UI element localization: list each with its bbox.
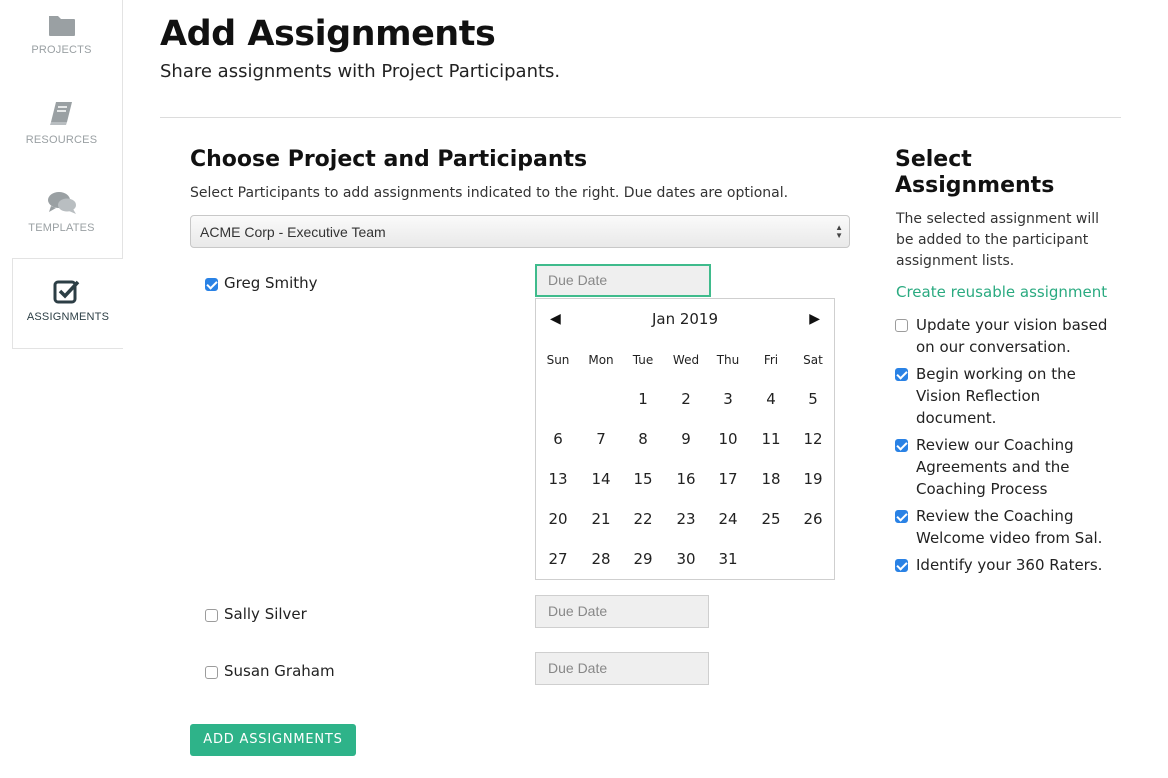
book-icon <box>49 102 72 125</box>
due-date-input-greg-smithy[interactable]: Due Date <box>535 264 711 297</box>
assignment-checkbox-5[interactable] <box>895 559 908 572</box>
calendar-day[interactable]: 29 <box>622 550 664 568</box>
assignments-heading: Select Assignments <box>895 147 1054 199</box>
participants-heading: Choose Project and Participants <box>190 147 588 172</box>
assignment-checkbox-3[interactable] <box>895 439 908 452</box>
weekday-label: Wed <box>672 353 700 367</box>
header-divider <box>160 117 1121 118</box>
sidebar-item-templates[interactable]: TEMPLATES <box>0 190 123 234</box>
participant-checkbox-greg-smithy[interactable] <box>205 278 218 291</box>
calendar-day[interactable]: 8 <box>622 430 664 448</box>
calendar-day[interactable]: 13 <box>537 470 579 488</box>
page-subtitle: Share assignments with Project Participa… <box>160 61 561 82</box>
calendar-day[interactable]: 10 <box>707 430 749 448</box>
calendar-day[interactable]: 2 <box>665 390 707 408</box>
calendar-day[interactable]: 21 <box>580 510 622 528</box>
folder-icon <box>48 16 75 36</box>
assignment-label: Review our Coaching Agreements and the C… <box>916 436 1074 498</box>
assignment-label: Begin working on the Vision Reflection d… <box>916 365 1076 427</box>
weekday-label: Tue <box>632 353 654 367</box>
calendar-day[interactable]: 23 <box>665 510 707 528</box>
project-select[interactable]: ACME Corp - Executive Team ▲ ▼ <box>190 215 850 248</box>
calendar-day[interactable]: 26 <box>792 510 834 528</box>
due-date-placeholder: Due Date <box>548 660 608 676</box>
calendar-day[interactable]: 30 <box>665 550 707 568</box>
calendar-day[interactable]: 11 <box>750 430 792 448</box>
sidebar-item-assignments[interactable]: ASSIGNMENTS <box>12 258 123 349</box>
calendar-day[interactable]: 27 <box>537 550 579 568</box>
project-select-value: ACME Corp - Executive Team <box>200 224 386 240</box>
calendar-day[interactable]: 31 <box>707 550 749 568</box>
sidebar-item-resources[interactable]: RESOURCES <box>0 100 123 146</box>
assignment-label: Review the Coaching Welcome video from S… <box>916 507 1103 547</box>
calendar-day[interactable]: 16 <box>665 470 707 488</box>
chat-bubbles-icon <box>47 192 76 214</box>
calendar-day[interactable]: 9 <box>665 430 707 448</box>
calendar-day[interactable]: 3 <box>707 390 749 408</box>
calendar-day[interactable]: 15 <box>622 470 664 488</box>
weekday-label: Thu <box>716 353 740 367</box>
weekday-label: Mon <box>588 353 614 367</box>
assignments-heading-line2: Assignments <box>895 173 1055 198</box>
calendar-day[interactable]: 24 <box>707 510 749 528</box>
participants-description: Select Participants to add assignments i… <box>190 185 789 201</box>
calendar-day[interactable]: 19 <box>792 470 834 488</box>
add-assignments-button[interactable]: ADD ASSIGNMENTS <box>190 724 356 756</box>
calendar-day[interactable]: 17 <box>707 470 749 488</box>
participant-name: Susan Graham <box>224 662 335 680</box>
calendar-month-label: Jan 2019 <box>651 310 719 328</box>
next-month-icon[interactable]: ▶ <box>809 311 820 327</box>
assignment-checkbox-4[interactable] <box>895 510 908 523</box>
calendar-day[interactable]: 6 <box>537 430 579 448</box>
calendar-day[interactable]: 25 <box>750 510 792 528</box>
due-date-placeholder: Due Date <box>548 272 608 288</box>
sidebar-item-projects[interactable]: PROJECTS <box>0 12 123 56</box>
calendar-day[interactable]: 20 <box>537 510 579 528</box>
participant-name: Greg Smithy <box>224 274 318 292</box>
weekday-label: Fri <box>763 353 779 367</box>
weekday-label: Sat <box>803 353 823 367</box>
sidebar-item-label: RESOURCES <box>25 134 98 146</box>
calendar-day[interactable]: 14 <box>580 470 622 488</box>
checkbox-icon <box>53 280 80 304</box>
participant-checkbox-sally-silver[interactable] <box>205 609 218 622</box>
participant-name: Sally Silver <box>224 605 307 623</box>
page-title: Add Assignments <box>160 14 496 54</box>
date-picker: ◀ Jan 2019 ▶ Sun Mon Tue Wed Thu Fri Sat 1 2 3 4 5 6… <box>535 298 835 580</box>
assignment-checkbox-1[interactable] <box>895 319 908 332</box>
calendar-day[interactable]: 5 <box>792 390 834 408</box>
assignment-label: Update your vision based on our conversa… <box>916 316 1108 356</box>
calendar-day[interactable]: 4 <box>750 390 792 408</box>
create-reusable-assignment-link[interactable]: Create reusable assignment <box>896 283 1107 301</box>
calendar-day[interactable]: 18 <box>750 470 792 488</box>
due-date-input-susan-graham[interactable]: Due Date <box>535 652 709 685</box>
calendar-day[interactable]: 28 <box>580 550 622 568</box>
sidebar-item-label: PROJECTS <box>31 44 92 56</box>
assignment-label: Identify your 360 Raters. <box>916 556 1103 574</box>
calendar-day[interactable]: 7 <box>580 430 622 448</box>
sidebar-item-label: ASSIGNMENTS <box>26 311 110 323</box>
calendar-day[interactable]: 22 <box>622 510 664 528</box>
due-date-input-sally-silver[interactable]: Due Date <box>535 595 709 628</box>
assignments-heading-line1: Select <box>895 147 972 172</box>
weekday-label: Sun <box>546 353 570 367</box>
due-date-placeholder: Due Date <box>548 603 608 619</box>
sidebar: PROJECTS RESOURCES TEMPLATES ASSIGNMENTS <box>0 0 123 778</box>
participant-checkbox-susan-graham[interactable] <box>205 666 218 679</box>
sidebar-item-label: TEMPLATES <box>28 222 95 234</box>
calendar-day[interactable]: 12 <box>792 430 834 448</box>
select-arrows-icon: ▲ ▼ <box>835 223 843 240</box>
assignments-description: The selected assignment will be added to… <box>896 211 1100 269</box>
assignment-checkbox-2[interactable] <box>895 368 908 381</box>
calendar-day[interactable]: 1 <box>622 390 664 408</box>
